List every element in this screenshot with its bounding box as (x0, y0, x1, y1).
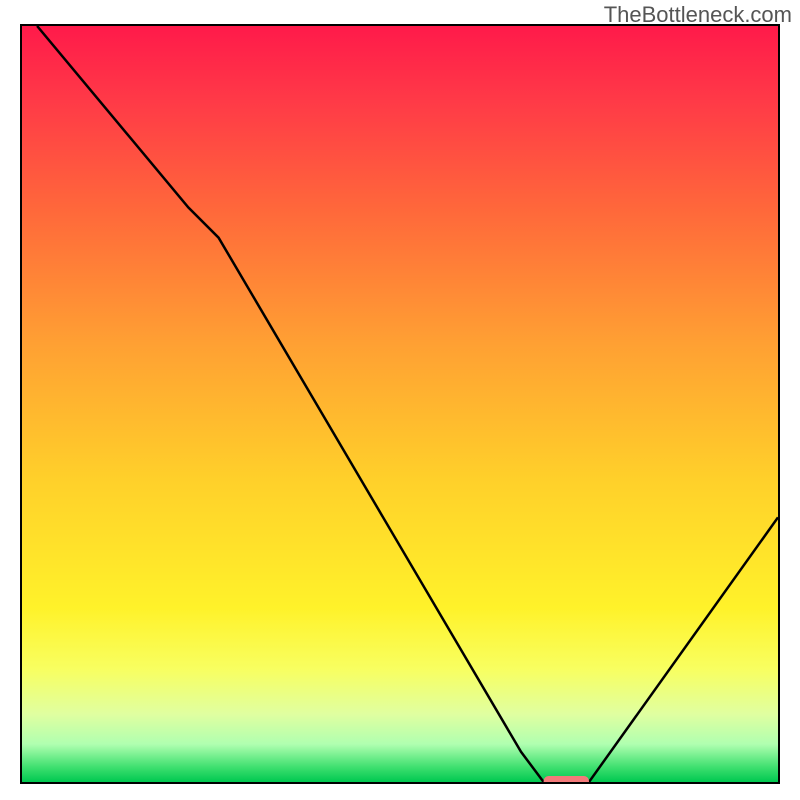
highlight-segment (544, 776, 589, 782)
chart-curve (37, 26, 778, 782)
chart-area (20, 24, 780, 784)
chart-svg (22, 26, 778, 782)
watermark-text: TheBottleneck.com (604, 2, 792, 28)
